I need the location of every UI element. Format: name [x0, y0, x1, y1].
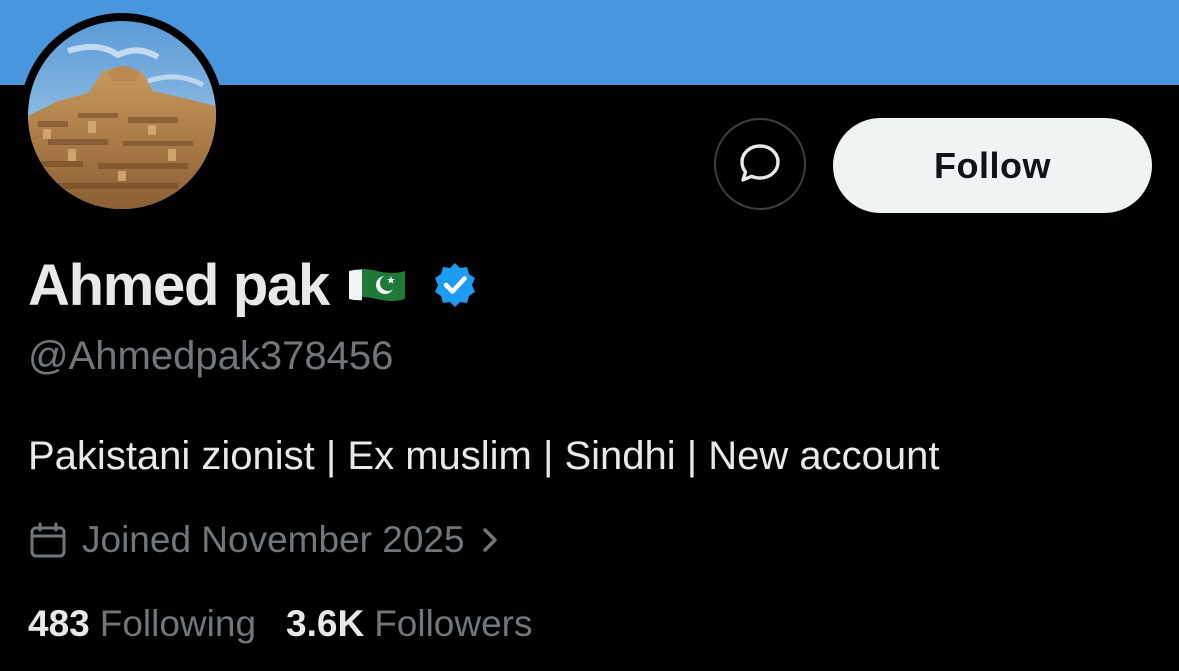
following-stat[interactable]: 483 Following	[28, 603, 256, 645]
pakistan-flag-icon	[348, 269, 405, 301]
profile-handle: @Ahmedpak378456	[28, 334, 394, 378]
calendar-icon	[30, 522, 66, 558]
avatar[interactable]	[28, 21, 216, 209]
message-button[interactable]	[714, 118, 806, 210]
verified-badge-icon[interactable]	[431, 261, 479, 309]
following-count: 483	[28, 603, 90, 644]
display-name: Ahmed pak	[28, 252, 330, 318]
chevron-right-icon	[482, 528, 497, 552]
following-label: Following	[99, 603, 257, 644]
profile-bio: Pakistani zionist | Ex muslim | Sindhi |…	[28, 434, 940, 478]
followers-count: 3.6K	[286, 603, 365, 644]
stats-row: 483 Following 3.6K Followers	[28, 600, 533, 648]
followers-label: Followers	[374, 603, 533, 644]
followers-stat[interactable]: 3.6K Followers	[286, 603, 532, 645]
name-row: Ahmed pak	[28, 250, 479, 320]
joined-date: Joined November 2025	[82, 519, 465, 560]
follow-button[interactable]: Follow	[833, 118, 1152, 213]
joined-row[interactable]: Joined November 2025	[28, 516, 501, 564]
avatar-image	[28, 21, 216, 209]
message-bubble-icon	[740, 144, 780, 182]
